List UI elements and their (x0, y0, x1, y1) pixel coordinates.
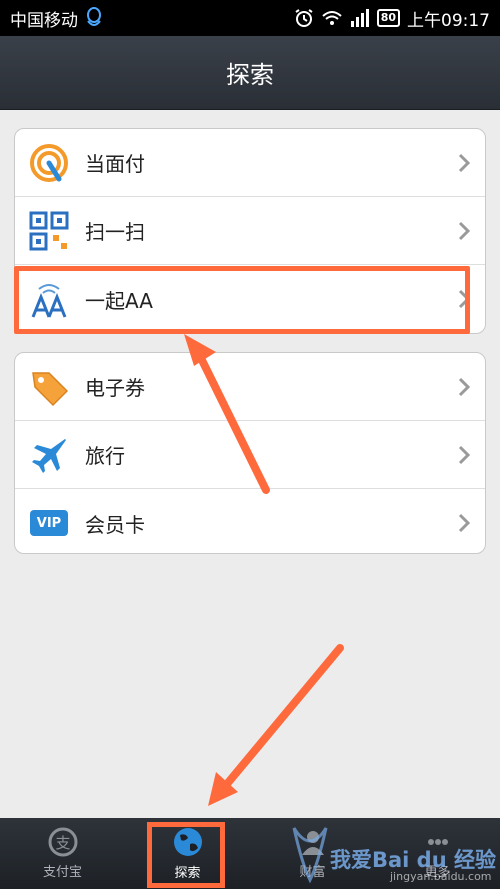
menu-item-face-pay[interactable]: 当面付 (15, 129, 485, 197)
signal-icon (350, 9, 369, 27)
header: 探索 (0, 36, 500, 110)
menu-item-coupon[interactable]: 电子券 (15, 353, 485, 421)
watermark-url: jingyan.baidu.com (390, 870, 492, 883)
status-bar: 中国移动 80 上午09:17 (0, 0, 500, 36)
tab-label: 支付宝 (42, 865, 82, 880)
arrow-to-explore-tab (208, 644, 344, 806)
menu-item-label: 当面付 (85, 152, 145, 176)
baidu-paw-icon (292, 827, 328, 884)
chevron-right-icon (458, 221, 471, 240)
menu-group-2: 电子券 旅行 VIP 会员卡 (14, 352, 486, 554)
highlight-box-explore-tab (147, 822, 225, 888)
battery-level: 80 (376, 9, 400, 27)
menu-item-travel[interactable]: 旅行 (15, 421, 485, 489)
highlight-box-aa (14, 266, 470, 334)
qq-icon (87, 7, 101, 26)
menu-item-label: 旅行 (85, 444, 125, 468)
chevron-right-icon (458, 377, 471, 396)
coupon-tag-icon (27, 365, 71, 409)
menu-item-label: 电子券 (85, 376, 145, 400)
clock: 上午09:17 (407, 10, 490, 31)
menu-item-vip-card[interactable]: VIP 会员卡 (15, 489, 485, 553)
alarm-icon (295, 9, 313, 27)
tab-alipay[interactable]: 支 支付宝 (0, 818, 125, 889)
chevron-right-icon (458, 513, 471, 533)
menu-item-scan[interactable]: 扫一扫 (15, 197, 485, 265)
alipay-icon: 支 (48, 827, 77, 857)
carrier-name: 中国移动 (10, 10, 78, 31)
wifi-icon (322, 11, 342, 25)
chevron-right-icon (458, 153, 471, 172)
vip-badge: VIP (30, 510, 68, 536)
qr-scan-icon (27, 209, 71, 253)
svg-text:支: 支 (55, 834, 70, 852)
chevron-right-icon (458, 445, 471, 464)
menu-item-label: 会员卡 (85, 512, 145, 537)
page-title: 探索 (226, 61, 274, 89)
face-to-face-pay-icon (27, 141, 71, 185)
menu-item-label: 扫一扫 (85, 220, 145, 244)
airplane-icon (27, 433, 71, 477)
baidu-watermark: 我爱Bai du 经验 jingyan.baidu.com (290, 818, 500, 889)
vip-card-icon: VIP (27, 501, 71, 545)
